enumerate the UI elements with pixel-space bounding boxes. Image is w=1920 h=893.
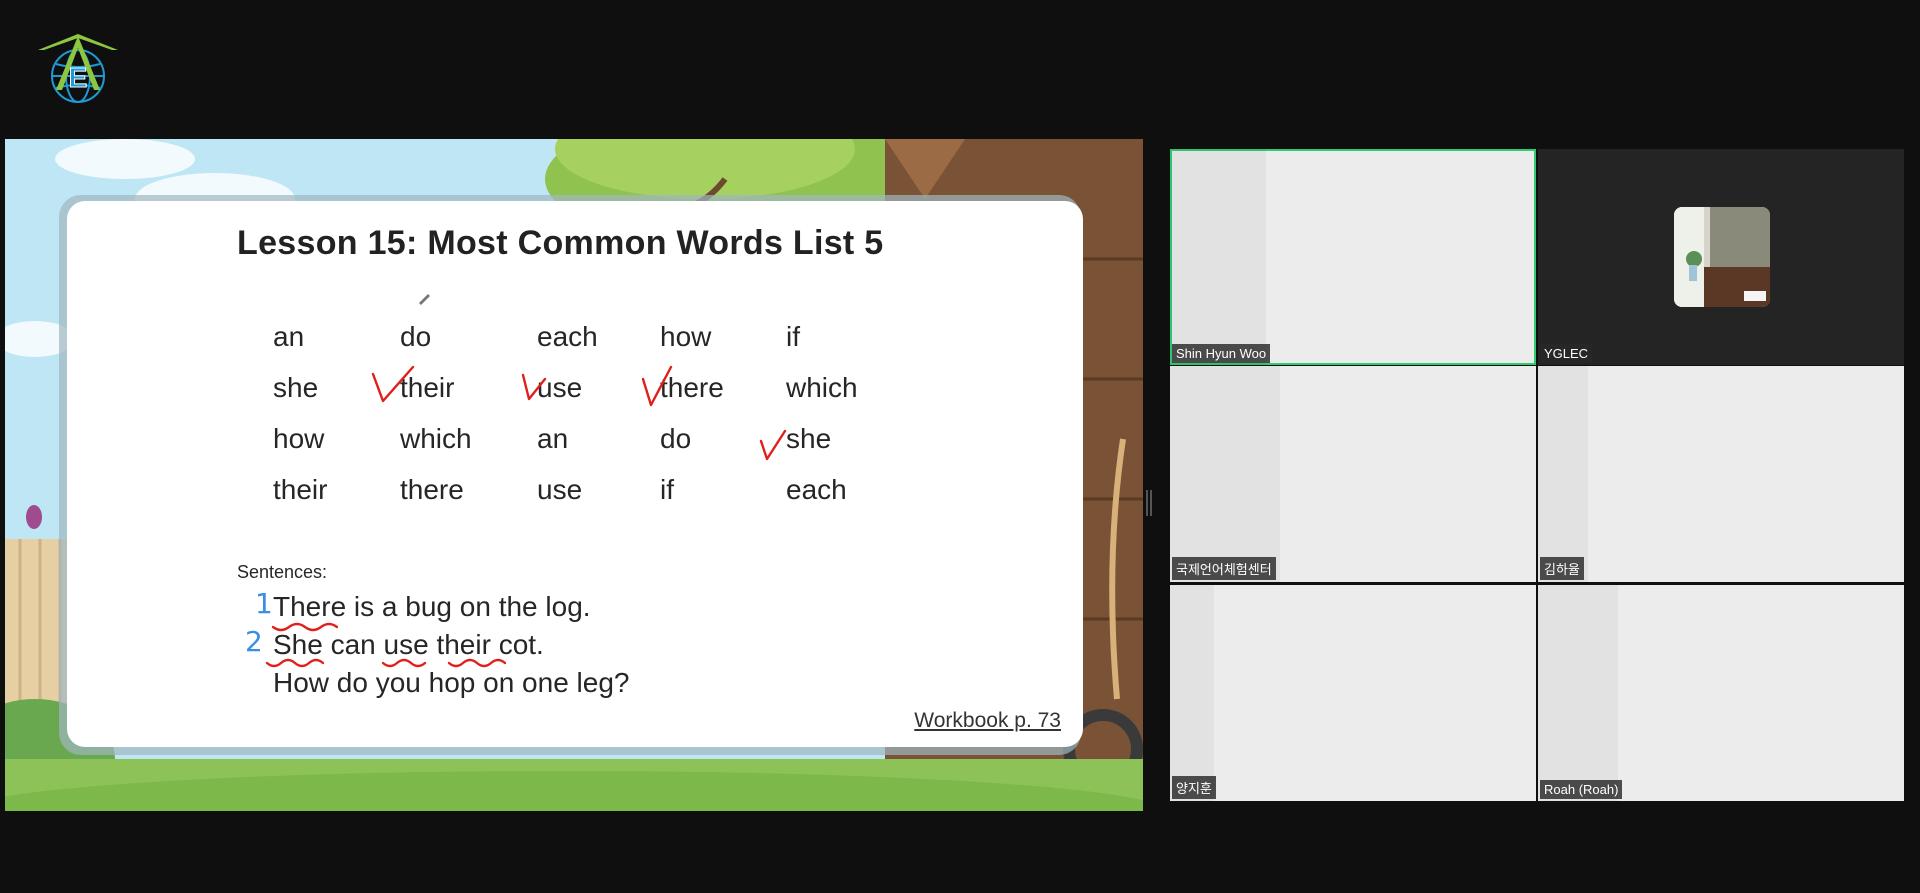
sentence-1: There is a bug on the log. xyxy=(273,591,591,622)
logo-letter: E xyxy=(69,62,88,93)
participant-name-tag: 김하율 xyxy=(1540,557,1584,580)
word-r3c3: an xyxy=(537,423,569,454)
word-r2c5: which xyxy=(786,372,858,403)
participant-name-tag: Shin Hyun Woo xyxy=(1172,344,1271,363)
word-r2c3: use xyxy=(537,372,583,403)
sentences-label: Sentences: xyxy=(237,562,328,582)
word-r1c1: an xyxy=(273,321,305,352)
participant-name-tag: 양지훈 xyxy=(1172,776,1216,799)
tile-blur-overlay xyxy=(1170,366,1280,582)
tile-blur-overlay xyxy=(1538,585,1618,801)
video-tile-yglec[interactable]: YGLEC xyxy=(1538,149,1904,365)
sentence-number-2: 2 xyxy=(245,625,263,658)
tile-blur-overlay xyxy=(1170,149,1266,365)
tile-blur-overlay xyxy=(1538,366,1588,582)
word-r3c4: do xyxy=(660,423,692,454)
word-r4c5: each xyxy=(786,474,847,505)
sentence-2: She can use their cot. xyxy=(273,629,544,660)
sentence-number-1: 1 xyxy=(255,587,273,620)
video-tile-roah[interactable]: Roah (Roah) xyxy=(1538,585,1904,801)
word-r4c4: if xyxy=(660,474,674,505)
shared-screen-slide[interactable]: Lesson 15: Most Common Words List 5 an d… xyxy=(5,139,1143,811)
word-r4c1: their xyxy=(273,474,328,505)
video-tile-international-language-center[interactable]: 국제언어체험센터 xyxy=(1170,366,1536,582)
word-r1c4: how xyxy=(660,321,712,352)
word-r4c3: use xyxy=(537,474,583,505)
word-r2c4: there xyxy=(660,372,724,403)
word-r3c1: how xyxy=(273,423,325,454)
split-view-divider-handle[interactable] xyxy=(1146,490,1152,516)
word-r3c2: which xyxy=(400,423,472,454)
word-r2c2: their xyxy=(400,372,455,403)
lesson-title: Lesson 15: Most Common Words List 5 xyxy=(237,224,884,262)
word-r1c5: if xyxy=(786,321,800,352)
word-r2c1: she xyxy=(273,372,319,403)
tile-blur-overlay xyxy=(1170,585,1214,801)
word-r1c2: do xyxy=(400,321,432,352)
workbook-reference: Workbook p. 73 xyxy=(914,709,1061,732)
video-tile-yang-jihun[interactable]: 양지훈 xyxy=(1170,585,1536,801)
video-tile-shin-hyun-woo[interactable]: Shin Hyun Woo xyxy=(1170,149,1536,365)
word-r1c3: each xyxy=(537,321,598,352)
word-r4c2: there xyxy=(400,474,464,505)
participant-avatar xyxy=(1674,207,1770,307)
video-tile-kim-hayul[interactable]: 김하율 xyxy=(1538,366,1904,582)
participant-name-tag: Roah (Roah) xyxy=(1540,780,1623,799)
organization-logo: E xyxy=(38,34,118,103)
participant-name-tag: YGLEC xyxy=(1540,344,1593,363)
word-r3c5: she xyxy=(786,423,832,454)
participant-name-tag: 국제언어체험센터 xyxy=(1172,557,1276,580)
sentence-3: How do you hop on one leg? xyxy=(273,667,630,698)
